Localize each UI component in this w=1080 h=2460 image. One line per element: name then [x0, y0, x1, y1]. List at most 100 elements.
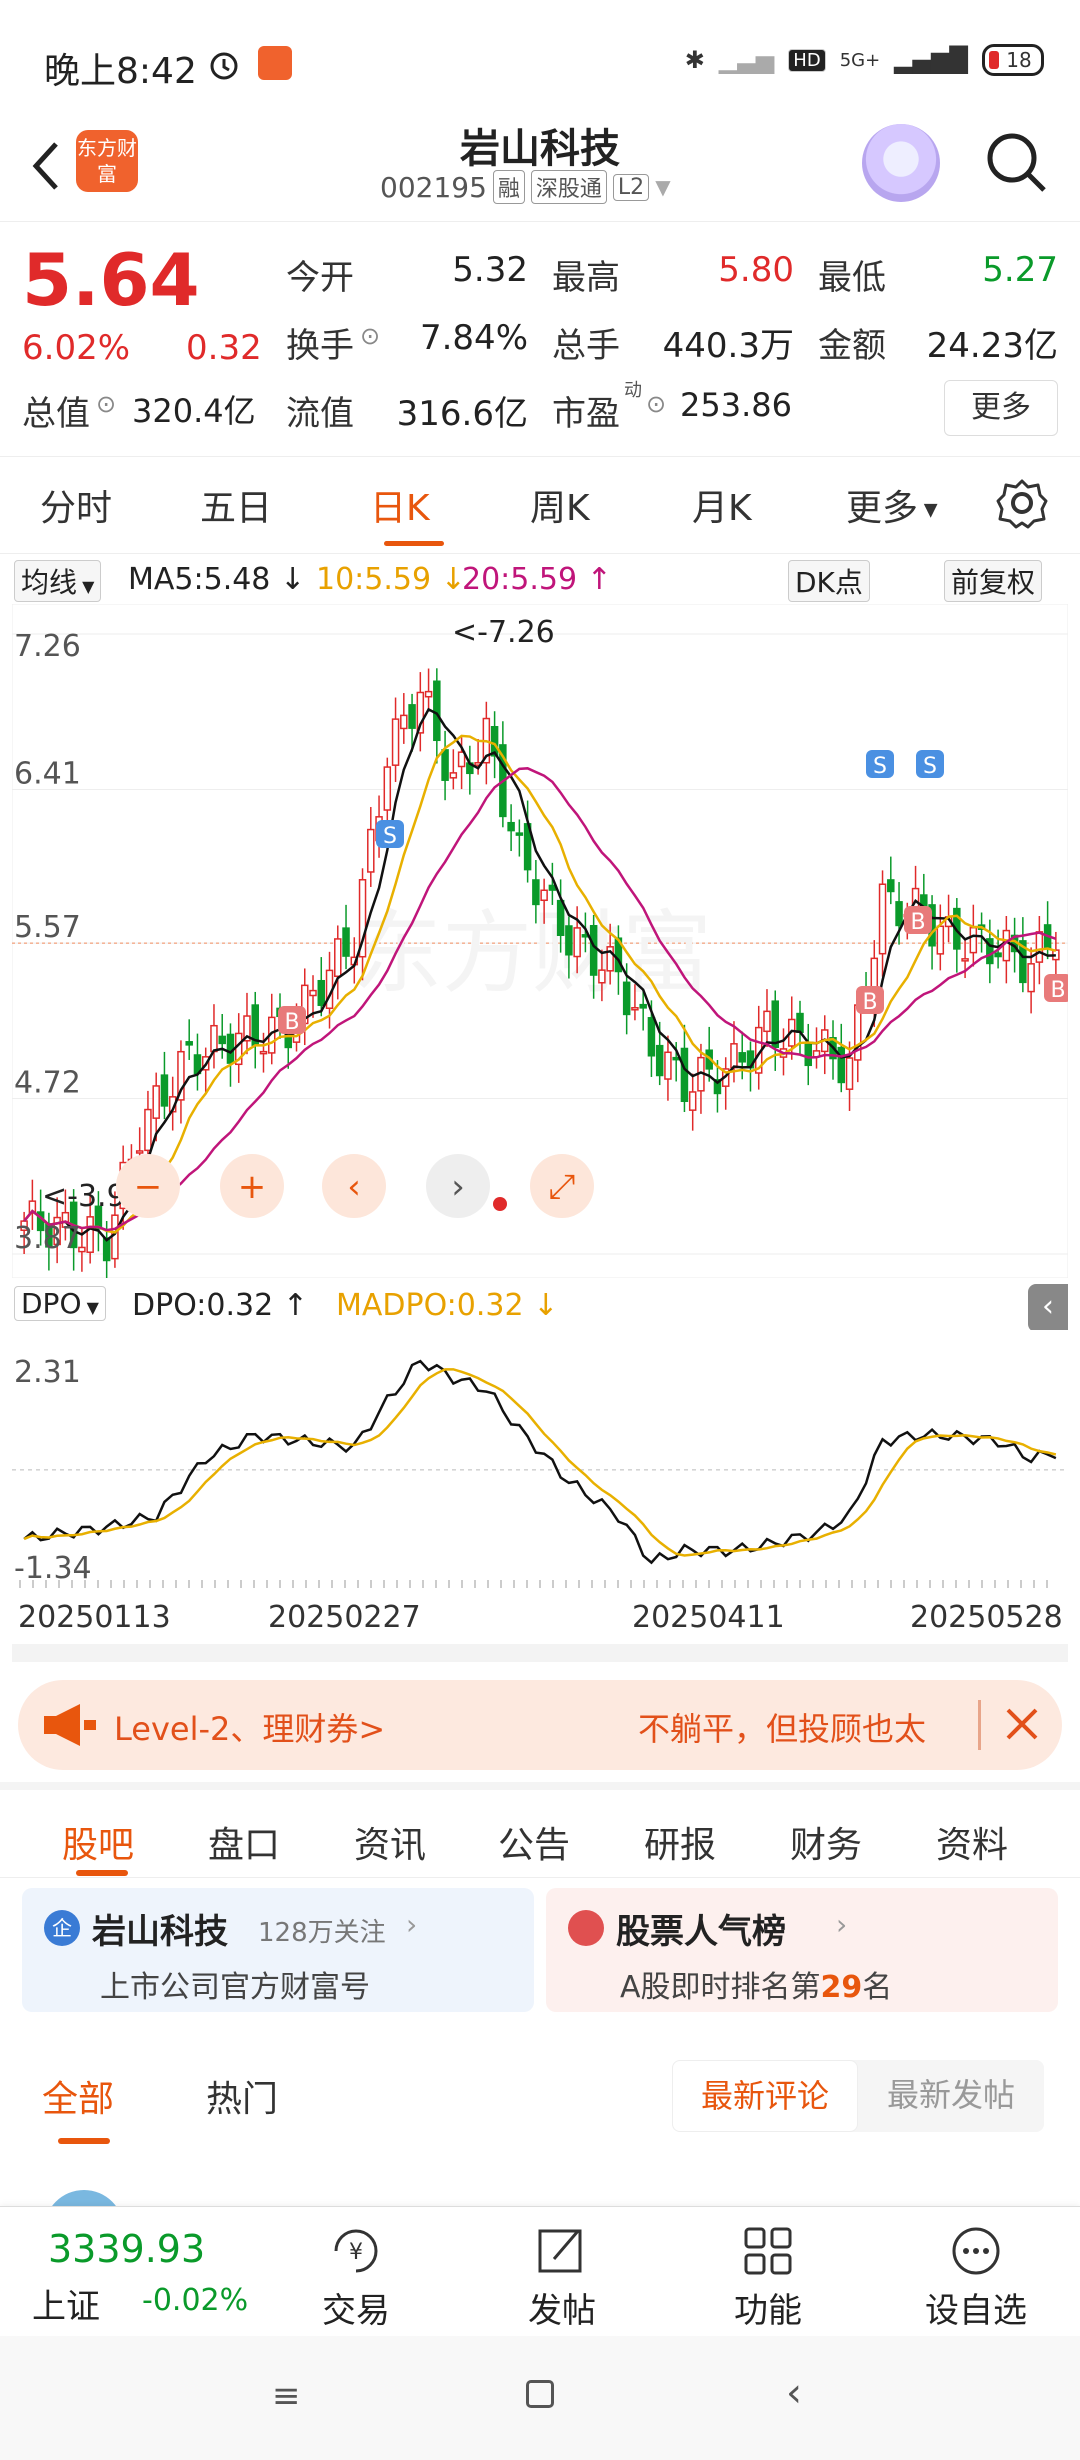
- low-label: 最低: [818, 258, 886, 298]
- index-name[interactable]: 上证: [32, 2279, 100, 2328]
- candle-down: [565, 925, 573, 956]
- amount-label: 金额: [818, 326, 886, 366]
- candle-up: [334, 938, 342, 978]
- assistant-robot-icon[interactable]: [862, 124, 940, 202]
- app-notify-icon: [258, 46, 292, 80]
- candle-down: [639, 1003, 647, 1009]
- nav-trade-label: 交易: [322, 2291, 390, 2331]
- candle-down: [532, 879, 540, 906]
- change-percent: 6.02%: [22, 328, 131, 368]
- official-account-card[interactable]: 企 岩山科技 128万关注 › 上市公司官方财富号: [22, 1888, 534, 2012]
- candle-up: [936, 925, 945, 955]
- candle-down: [589, 924, 598, 976]
- candle-down: [507, 821, 515, 832]
- tab-news[interactable]: 资讯: [354, 1816, 426, 1868]
- candle-up: [845, 1057, 854, 1090]
- ma-selector-label: 均线: [21, 566, 78, 599]
- change-value: 0.32: [186, 328, 262, 368]
- tab-announcements[interactable]: 公告: [498, 1816, 570, 1868]
- system-nav-bar: ≡ ‹: [0, 2336, 1080, 2460]
- chart-scrollbar[interactable]: [12, 1644, 1068, 1662]
- popularity-rank-card[interactable]: 股票人气榜 › A股即时排名第29名: [546, 1888, 1058, 2012]
- nav-post[interactable]: 发帖: [502, 2225, 622, 2332]
- tab-all[interactable]: 全部: [42, 2070, 114, 2122]
- hd-badge: HD: [788, 48, 826, 72]
- active-tab-indicator: [384, 541, 444, 546]
- ma-legend: 均线 ▼ MA5:5.48 ↓ 10:5.59 ↓ 20:5.59 ↑ DK点 …: [0, 556, 1080, 604]
- nav-functions[interactable]: 功能: [708, 2225, 828, 2332]
- sort-toggle: 最新评论 最新发帖: [672, 2060, 1044, 2132]
- tab-forum[interactable]: 股吧: [62, 1816, 134, 1868]
- tab-more[interactable]: 更多 ▼: [846, 479, 938, 531]
- candle-down: [837, 1046, 846, 1084]
- scroll-right-icon-glyph: ›: [451, 1167, 465, 1207]
- tab-monthly-k[interactable]: 月K: [692, 479, 752, 531]
- candlestick-chart[interactable]: 东方财富7.266.415.574.723.87<-7.26<-3.90SS SB…: [12, 604, 1068, 1278]
- tab-profile[interactable]: 资料: [936, 1816, 1008, 1868]
- scroll-left-icon-glyph: ‹: [347, 1167, 361, 1207]
- candle-down: [738, 1052, 746, 1063]
- candle-up: [730, 1043, 738, 1069]
- dpo-label: DPO:0.32: [132, 1288, 274, 1323]
- dk-point-button[interactable]: DK点: [788, 560, 870, 602]
- candle-up: [449, 772, 458, 779]
- candle-up: [367, 828, 375, 873]
- tab-daily-k[interactable]: 日K: [370, 479, 430, 531]
- candle-down: [548, 884, 557, 891]
- candle-up: [424, 690, 433, 698]
- candle-down: [622, 981, 631, 1016]
- gear-icon[interactable]: [996, 477, 1048, 529]
- tab-five-day[interactable]: 五日: [200, 479, 272, 531]
- stock-header: 东方财富 岩山科技 002195 融 深股通 L2 ▼: [0, 110, 1080, 222]
- dpo-chart[interactable]: 2.31 -1.34: [12, 1330, 1068, 1590]
- search-icon[interactable]: [982, 128, 1052, 198]
- pe-label: 市盈: [552, 394, 620, 434]
- sort-latest-comment[interactable]: 最新评论: [672, 2060, 858, 2132]
- max-price-label: <-7.26: [452, 615, 555, 650]
- back-icon[interactable]: ‹: [786, 2370, 802, 2416]
- date-label: 20250411: [632, 1600, 785, 1635]
- tab-weekly-k[interactable]: 周K: [530, 479, 590, 531]
- watermark: 东方财富: [352, 901, 712, 1006]
- indicator-selector[interactable]: DPO ▼: [14, 1286, 106, 1321]
- mcap-value: 320.4亿: [132, 392, 256, 430]
- edit-icon: [538, 2229, 582, 2273]
- tab-orderbook[interactable]: 盘口: [208, 1816, 280, 1868]
- turnover-label: 换手: [286, 326, 354, 366]
- tab-hot[interactable]: 热门: [206, 2070, 278, 2122]
- more-button[interactable]: 更多: [944, 380, 1058, 436]
- candle-up: [144, 1108, 152, 1152]
- banner-left-text: Level-2、理财券>: [114, 1710, 386, 1748]
- info-icon[interactable]: ⊙: [646, 390, 666, 418]
- collapse-panel-button[interactable]: ‹: [1028, 1284, 1068, 1332]
- info-icon[interactable]: ⊙: [360, 322, 380, 350]
- candle-up: [598, 969, 606, 984]
- madpo-value: MADPO:0.32 ↓: [336, 1288, 559, 1323]
- tab-intraday[interactable]: 分时: [40, 479, 112, 531]
- adjust-button[interactable]: 前复权: [944, 560, 1043, 602]
- candle-up: [631, 1007, 639, 1011]
- tag-connect: 深股通: [530, 170, 607, 204]
- sort-latest-post[interactable]: 最新发帖: [858, 2060, 1044, 2132]
- home-icon[interactable]: [526, 2380, 554, 2408]
- marker-label: B: [862, 990, 877, 1015]
- ma-selector[interactable]: 均线 ▼: [14, 560, 102, 602]
- tab-research[interactable]: 研报: [644, 1816, 716, 1868]
- index-value[interactable]: 3339.93: [48, 2227, 205, 2271]
- date-axis: 20250113 20250227 20250411 20250528: [0, 1600, 1080, 1640]
- close-icon[interactable]: [1002, 1704, 1042, 1744]
- menu-icon[interactable]: ≡: [272, 2376, 301, 2416]
- megaphone-icon: [44, 1704, 96, 1746]
- tab-financials[interactable]: 财务: [790, 1816, 862, 1868]
- nav-trade[interactable]: ¥ 交易: [296, 2225, 416, 2332]
- y-axis-label: 4.72: [14, 1066, 81, 1101]
- marker-label: B: [1050, 978, 1065, 1003]
- float-value: 316.6亿: [396, 394, 528, 434]
- expand-icon-glyph: ⤢: [548, 1167, 575, 1207]
- volume-label: 总手: [552, 326, 620, 366]
- nav-add-watchlist[interactable]: 设自选: [916, 2225, 1036, 2332]
- info-icon[interactable]: ⊙: [96, 390, 116, 418]
- stock-subtitle[interactable]: 002195 融 深股通 L2 ▼: [380, 170, 671, 204]
- promo-banner[interactable]: Level-2、理财券> 不躺平，但投顾也太: [18, 1680, 1062, 1770]
- candle-down: [433, 680, 441, 742]
